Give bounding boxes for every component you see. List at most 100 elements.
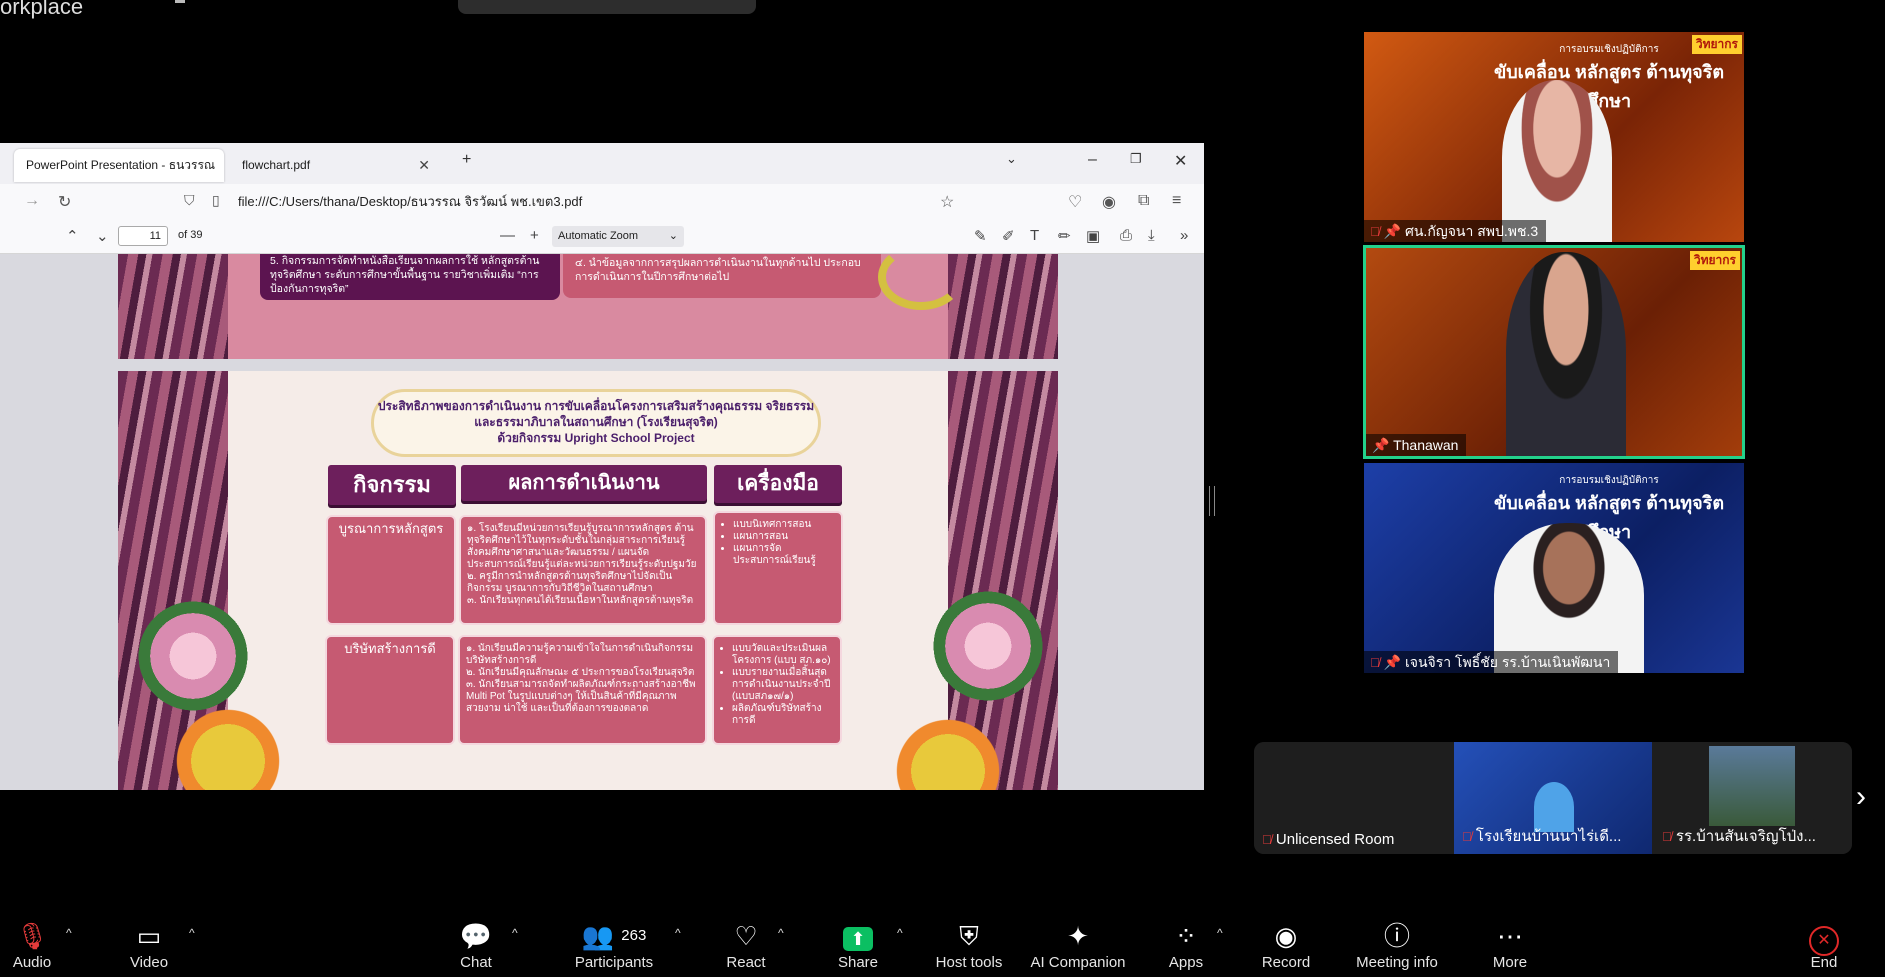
zoom-out-icon[interactable]: — (500, 227, 515, 244)
account-icon[interactable]: ◉ (1102, 192, 1116, 212)
react-options-caret[interactable]: ^ (778, 926, 784, 940)
header-results: ผลการดำเนินงาน (461, 465, 707, 501)
save-icon[interactable]: ⤓ (1148, 227, 1155, 244)
info-icon: ⓘ (1383, 921, 1410, 951)
new-tab-button[interactable]: + (462, 151, 471, 169)
end-icon: ✕ (1800, 920, 1848, 956)
share-status-pill[interactable] (458, 0, 756, 14)
text-icon[interactable]: T (1030, 227, 1039, 244)
print-icon[interactable]: ⎙ (1120, 227, 1132, 244)
flower-decor-left (138, 601, 248, 711)
strip-tile-label: 🎙̸ รร.บ้านสันเจริญโป่ง... (1662, 824, 1816, 848)
minimize-icon[interactable]: – (1088, 151, 1097, 169)
mic-off-icon: 🎙̸ (1370, 224, 1380, 239)
mic-off-icon: 🎙̸ (1370, 655, 1380, 670)
shield-icon[interactable]: ⛉ (184, 192, 195, 209)
curtain-right (948, 254, 1058, 359)
share-options-caret[interactable]: ^ (897, 926, 903, 940)
next-page-icon[interactable]: ⌄ (96, 227, 109, 245)
participants-options-caret[interactable]: ^ (675, 926, 681, 940)
prev-item-text: นำข้อมูลจากการสรุปผลการดำเนินงานในทุกด้า… (575, 257, 861, 283)
url-field[interactable]: file:///C:/Users/thana/Desktop/ธนวรรณ จิ… (238, 188, 1038, 216)
close-window-icon[interactable]: ✕ (1174, 151, 1187, 171)
tile-name-bar: 🎙̸ 📌 ศน.กัญจนา สพป.พช.3 (1364, 220, 1547, 242)
flower-decor-right (933, 591, 1043, 701)
row2-tools: แบบวัดและประเมินผลโครงการ (แบบ สภ.๑๐) แบ… (712, 635, 842, 745)
tool-item: ผลิตภัณฑ์บริษัทสร้างการดี (732, 703, 834, 727)
participants-label: Participants (574, 954, 654, 971)
chat-options-caret[interactable]: ^ (512, 926, 518, 940)
draw-icon[interactable]: ✏ (1058, 227, 1071, 245)
tab-powerpoint[interactable]: PowerPoint Presentation - ธนวรรณ จ (14, 149, 224, 205)
chevron-down-icon[interactable]: ⌄ (1006, 151, 1017, 167)
host-tools-button[interactable]: ⛨ Host tools (934, 920, 1004, 971)
image-icon[interactable]: ▣ (1086, 227, 1100, 245)
video-label: Video (129, 954, 169, 971)
video-button[interactable]: ▭ Video (124, 920, 174, 971)
reload-icon[interactable]: ↻ (58, 192, 71, 212)
meeting-info-button[interactable]: ⓘ Meeting info (1352, 920, 1442, 971)
audio-options-caret[interactable]: ^ (66, 926, 72, 940)
pdf-viewer[interactable]: 5. กิจกรรมการจัดทำหนังสือเรียนจากผลการใช… (0, 254, 1204, 790)
maximize-icon[interactable]: ❐ (1130, 151, 1142, 167)
participants-button[interactable]: 👥 263 Participants (570, 920, 658, 971)
ai-companion-button[interactable]: ✦ AI Companion (1028, 920, 1128, 971)
zoom-select[interactable]: Automatic Zoom ⌄ (552, 226, 684, 247)
result-line: ๒. ครูมีการนำหลักสูตรต้านทุจริตศึกษาไปจั… (467, 571, 673, 594)
tool-item: แบบวัดและประเมินผลโครงการ (แบบ สภ.๑๐) (732, 643, 834, 667)
row1-tools: แบบนิเทศการสอน แผนการสอน แผนการจัดประสบก… (713, 511, 843, 625)
more-tools-icon[interactable]: » (1180, 227, 1188, 244)
forward-icon[interactable]: → (24, 192, 40, 210)
record-button[interactable]: ◉ Record (1260, 920, 1312, 971)
more-button[interactable]: ⋯ More (1486, 920, 1534, 971)
share-button[interactable]: ⬆ Share (834, 920, 882, 971)
page-icon: ▯ (212, 192, 220, 208)
chat-label: Chat (460, 954, 492, 971)
star-icon[interactable]: ☆ (940, 192, 954, 212)
end-button[interactable]: ✕ End (1800, 920, 1848, 971)
heart-icon: ♡ (734, 921, 758, 951)
audio-button[interactable]: 🎙 Audio (8, 920, 56, 971)
header-tools: เครื่องมือ (714, 465, 842, 503)
pin-icon: 📌 (1383, 654, 1402, 670)
prev-page-icon[interactable]: ⌃ (66, 227, 79, 245)
extensions-icon[interactable]: ⧉ (1138, 192, 1149, 210)
end-label: End (1810, 954, 1838, 971)
video-tile-1[interactable]: วิทยากร การอบรมเชิงปฏิบัติการ ขับเคลื่อน… (1364, 32, 1744, 242)
prev-item-num: 5. (270, 255, 279, 267)
strip-tile-label: 🎙̸ โรงเรียนบ้านนาไร่เดี... (1462, 824, 1621, 848)
apps-options-caret[interactable]: ^ (1217, 926, 1223, 940)
react-button[interactable]: ♡ React (722, 920, 770, 971)
video-tile-2-active-speaker[interactable]: วิทยากร 📌 Thanawan (1363, 245, 1745, 459)
video-options-caret[interactable]: ^ (189, 926, 195, 940)
chat-button[interactable]: 💬 Chat (452, 920, 500, 971)
participant-name: โรงเรียนบ้านนาไร่เดี... (1475, 828, 1622, 845)
participants-icon: 👥 263 (581, 921, 647, 951)
chevron-right-icon[interactable]: › (1856, 780, 1866, 814)
record-icon: ◉ (1274, 921, 1298, 951)
signature-icon[interactable]: ✎ (974, 227, 987, 245)
pin-icon: 📌 (1372, 437, 1390, 453)
result-line: ๒. นักเรียนมีคุณลักษณะ ๕ ประการของโรงเรี… (466, 667, 695, 678)
page-number-input[interactable]: 11 (118, 226, 168, 246)
zoom-in-icon[interactable]: + (530, 227, 539, 244)
chevron-down-icon: ⌄ (668, 230, 678, 242)
pdf-page-current: ประสิทธิภาพของการดำเนินงาน การขับเคลื่อน… (118, 371, 1058, 790)
pocket-icon[interactable]: ♡ (1068, 192, 1082, 212)
strip-tile-2[interactable]: 🎙̸ โรงเรียนบ้านนาไร่เดี... (1454, 742, 1652, 854)
prev-item-num: ๔. (575, 257, 586, 269)
curtain-left (118, 254, 228, 359)
video-tile-3[interactable]: การอบรมเชิงปฏิบัติการ ขับเคลื่อน หลักสูต… (1364, 463, 1744, 673)
tab-flowchart[interactable]: flowchart.pdf ✕ (230, 149, 440, 182)
shield-icon: ⛨ (959, 921, 979, 951)
strip-tile-3[interactable]: 🎙̸ รร.บ้านสันเจริญโป่ง... (1654, 742, 1852, 854)
strip-tile-unlicensed-room[interactable]: 🎙̸ Unlicensed Room (1254, 742, 1452, 854)
apps-button[interactable]: ⁘ Apps (1162, 920, 1210, 971)
audio-label: Audio (12, 954, 52, 971)
menu-icon[interactable]: ≡ (1172, 192, 1181, 210)
close-tab-icon[interactable]: ✕ (418, 149, 430, 182)
meeting-info-label: Meeting info (1356, 954, 1438, 971)
banner-small: การอบรมเชิงปฏิบัติการ (1559, 475, 1659, 486)
splitter-handle[interactable] (1209, 486, 1215, 516)
highlight-icon[interactable]: ✐ (1002, 227, 1015, 245)
